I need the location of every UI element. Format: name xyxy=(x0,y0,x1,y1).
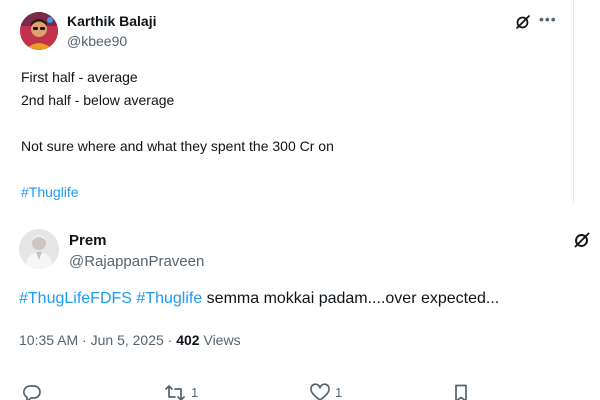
bookmark-icon xyxy=(455,384,467,400)
tweet-text-content: semma mokkai padam....over expected... xyxy=(202,290,500,307)
tweet-text: #ThugLifeFDFS #Thuglife semma mokkai pad… xyxy=(19,290,499,308)
retweet-count: 1 xyxy=(191,385,199,400)
author-name[interactable]: Karthik Balaji xyxy=(67,13,156,29)
like-icon xyxy=(310,383,330,400)
more-icon[interactable]: ••• xyxy=(539,11,557,27)
tweet-prem[interactable]: Prem @RajappanPraveen #ThugLifeFDFS #Thu… xyxy=(0,203,600,400)
author-handle[interactable]: @kbee90 xyxy=(67,33,127,49)
reply-button[interactable] xyxy=(22,383,46,400)
hashtag-link[interactable]: #Thuglife xyxy=(136,290,202,307)
avatar[interactable] xyxy=(19,229,59,269)
timestamp-link[interactable]: 10:35 AM xyxy=(19,332,78,348)
tweet-text: First half - average 2nd half - below av… xyxy=(21,66,334,203)
text-line: 2nd half - below average xyxy=(21,92,175,108)
text-line-blank xyxy=(21,112,334,135)
meta-separator: · xyxy=(78,332,91,348)
action-bar: 1 1 xyxy=(0,383,600,400)
date-link[interactable]: Jun 5, 2025 xyxy=(91,332,164,348)
avatar[interactable] xyxy=(20,12,58,50)
hashtag-link[interactable]: #Thuglife xyxy=(21,181,334,203)
text-line: First half - average xyxy=(21,69,138,85)
hashtag-link[interactable]: #ThugLifeFDFS xyxy=(19,290,132,307)
text-line-blank xyxy=(21,158,334,181)
like-count: 1 xyxy=(335,385,343,400)
author-handle[interactable]: @RajappanPraveen xyxy=(69,253,204,270)
tweet-meta: 10:35 AM · Jun 5, 2025 · 402 Views xyxy=(19,332,241,348)
author-name[interactable]: Prem xyxy=(69,232,107,249)
like-button[interactable]: 1 xyxy=(309,383,342,400)
retweet-icon xyxy=(165,385,185,400)
grok-icon[interactable] xyxy=(515,14,531,30)
text-line: Not sure where and what they spent the 3… xyxy=(21,138,334,154)
grok-icon[interactable] xyxy=(573,231,591,249)
tweet-karthik[interactable]: Karthik Balaji @kbee90 ••• First half - … xyxy=(0,0,574,203)
views-count: 402 xyxy=(176,332,200,348)
views-label: Views xyxy=(199,332,241,348)
meta-separator: · xyxy=(163,332,177,348)
retweet-button[interactable]: 1 xyxy=(163,383,198,400)
bookmark-button[interactable] xyxy=(452,383,470,400)
reply-icon xyxy=(22,385,41,400)
